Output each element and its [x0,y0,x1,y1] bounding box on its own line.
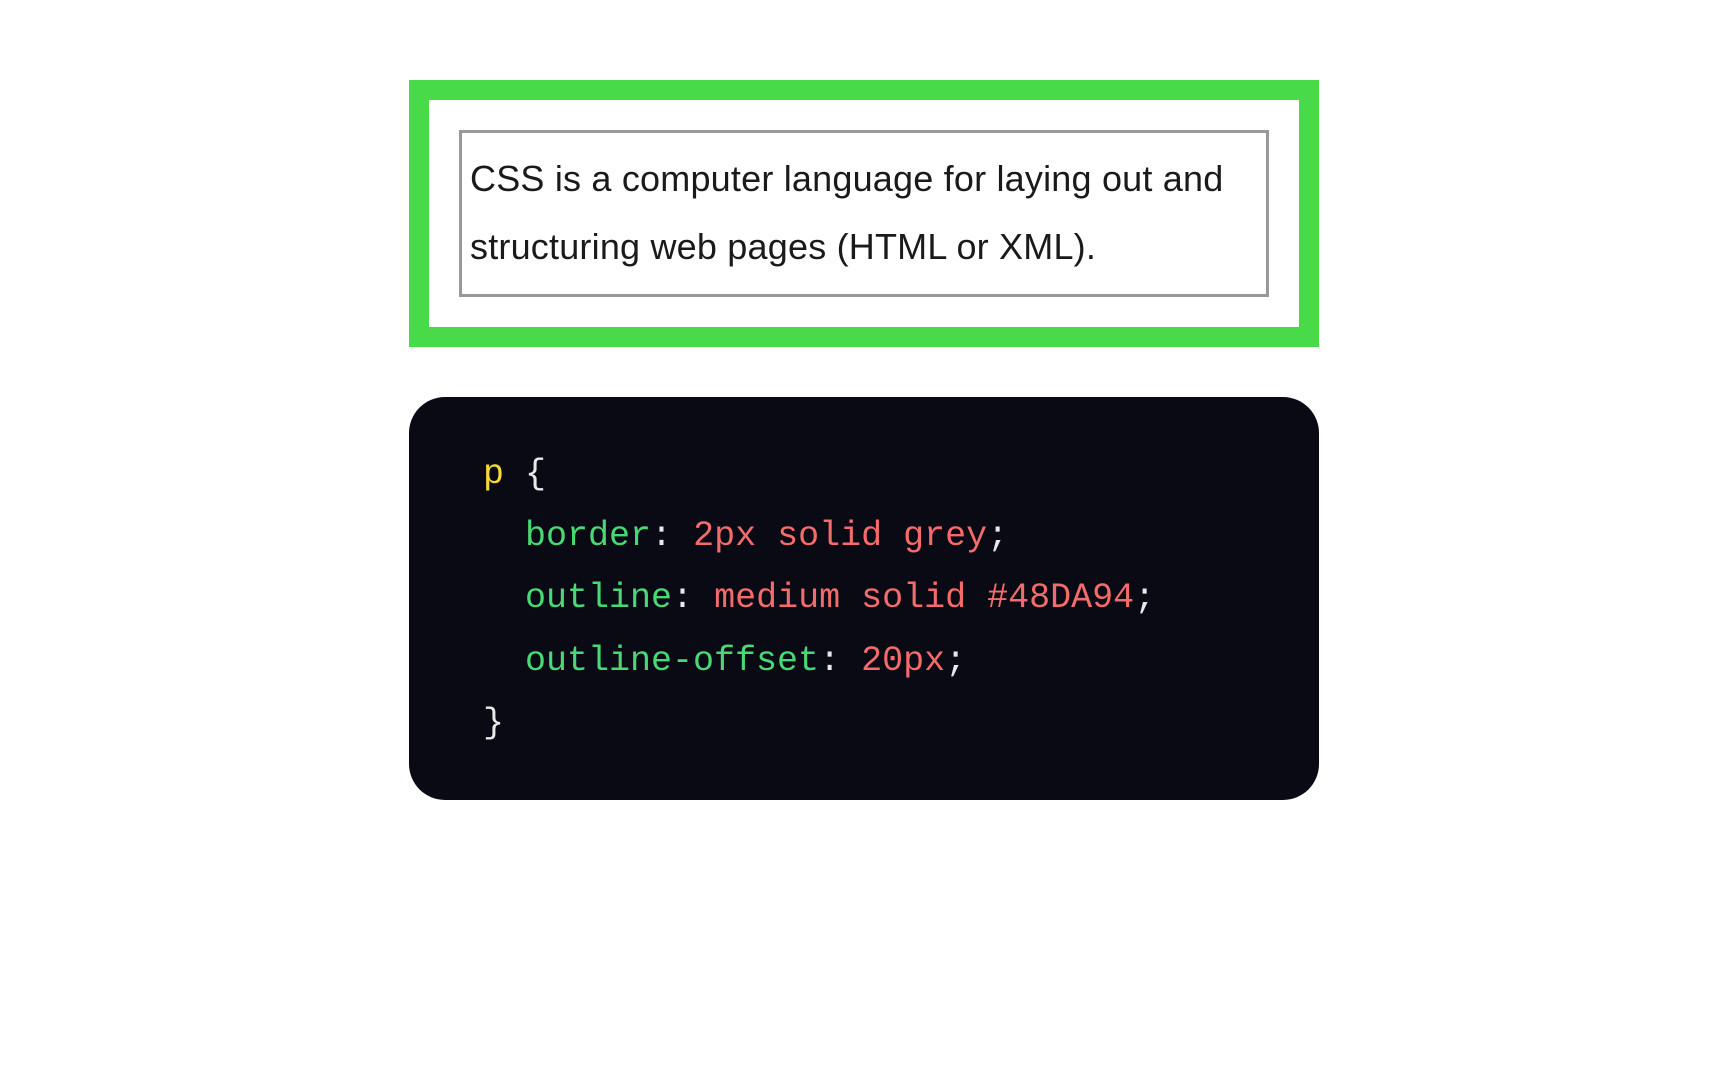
code-value-outline: medium solid #48DA94 [714,578,1134,618]
code-indent [483,641,525,681]
code-line-1: p { [483,443,1245,505]
code-semicolon: ; [1134,578,1155,618]
code-semicolon: ; [987,516,1008,556]
code-value-border: 2px solid grey [693,516,987,556]
code-selector: p [483,454,504,494]
code-indent [483,516,525,556]
code-brace-close: } [483,703,504,743]
example-output-box: CSS is a computer language for laying ou… [409,80,1319,347]
code-property-border: border [525,516,651,556]
code-line-4: outline-offset: 20px; [483,630,1245,692]
code-value-outline-offset: 20px [861,641,945,681]
example-paragraph: CSS is a computer language for laying ou… [459,130,1269,297]
code-property-outline: outline [525,578,672,618]
code-block: p { border: 2px solid grey; outline: med… [409,397,1319,800]
code-indent [483,578,525,618]
code-colon: : [651,516,693,556]
code-line-3: outline: medium solid #48DA94; [483,567,1245,629]
code-colon: : [819,641,861,681]
code-property-outline-offset: outline-offset [525,641,819,681]
code-colon: : [672,578,714,618]
code-line-5: } [483,692,1245,754]
code-brace-open: { [504,454,546,494]
code-semicolon: ; [945,641,966,681]
code-line-2: border: 2px solid grey; [483,505,1245,567]
